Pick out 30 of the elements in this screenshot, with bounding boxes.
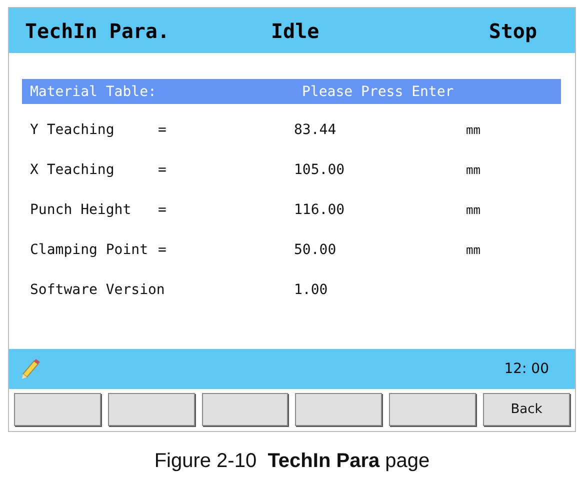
soft-key-button[interactable]: [108, 393, 195, 426]
figure-caption: Figure 2-10 TechIn Para page: [153, 450, 431, 473]
equals-sign: =: [158, 242, 166, 258]
parameter-value[interactable]: 1.00: [294, 282, 328, 298]
parameter-value[interactable]: 50.00: [294, 242, 336, 258]
parameter-label: Y Teaching: [29, 122, 114, 138]
parameter-label: X Teaching: [29, 162, 114, 178]
unit-label: mm: [466, 123, 480, 137]
soft-key-button[interactable]: [202, 393, 288, 426]
soft-key-button[interactable]: [295, 393, 382, 426]
machine-status: Idle: [271, 18, 320, 42]
equals-sign: =: [158, 202, 166, 218]
soft-key-button[interactable]: [389, 393, 476, 426]
unit-label: mm: [466, 203, 480, 217]
equals-sign: =: [158, 162, 166, 178]
parameter-label: Software Version: [29, 282, 165, 298]
back-button[interactable]: Back: [483, 393, 570, 426]
parameter-value[interactable]: 105.00: [294, 162, 345, 178]
parameter-label: Clamping Point: [29, 242, 148, 258]
pencil-icon: [19, 358, 41, 380]
unit-label: mm: [466, 163, 480, 177]
parameter-value[interactable]: 83.44: [294, 122, 336, 138]
parameter-value[interactable]: 116.00: [294, 202, 345, 218]
equals-sign: =: [158, 122, 166, 138]
clock-time: 12: 00: [504, 361, 549, 377]
soft-key-button[interactable]: [14, 393, 101, 426]
unit-label: mm: [466, 243, 480, 257]
parameter-label: Punch Height: [29, 202, 132, 218]
page-title: TechIn Para.: [25, 18, 170, 42]
run-state: Stop: [488, 18, 537, 42]
